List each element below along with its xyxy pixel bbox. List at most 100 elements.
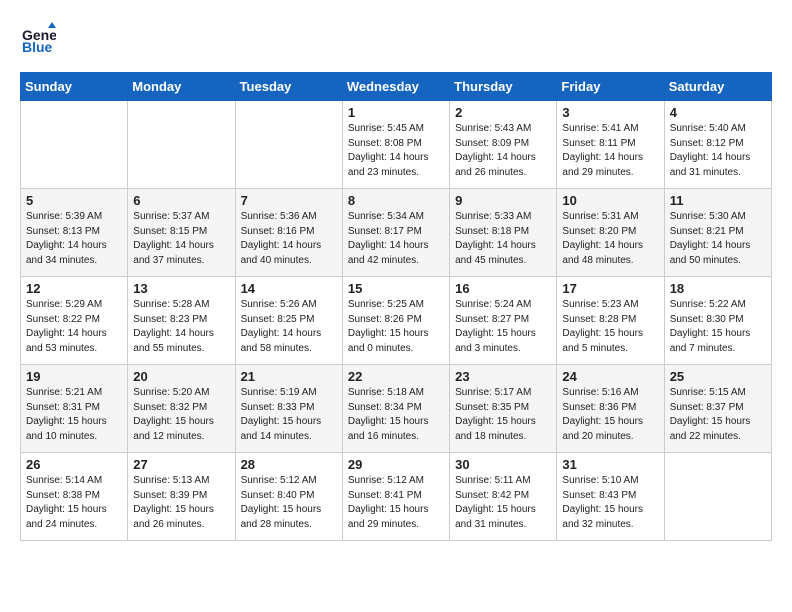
- calendar-cell: 12 Sunrise: 5:29 AMSunset: 8:22 PMDayligh…: [21, 277, 128, 365]
- day-number: 26: [26, 457, 122, 472]
- calendar-cell: 9 Sunrise: 5:33 AMSunset: 8:18 PMDaylight…: [450, 189, 557, 277]
- day-info: Sunrise: 5:36 AMSunset: 8:16 PMDaylight:…: [241, 210, 337, 268]
- day-info: Sunrise: 5:15 AMSunset: 8:37 PMDaylight:…: [670, 386, 766, 444]
- calendar-cell: 30 Sunrise: 5:11 AMSunset: 8:42 PMDayligh…: [450, 453, 557, 541]
- day-number: 12: [26, 281, 122, 296]
- calendar-table: SundayMondayTuesdayWednesdayThursdayFrid…: [20, 72, 772, 541]
- day-number: 29: [348, 457, 444, 472]
- calendar-cell: 19Sunrise: 5:21 AMSunset: 8:31 PMDayligh…: [21, 365, 128, 453]
- day-number: 13: [133, 281, 229, 296]
- calendar-cell: 5Sunrise: 5:39 AMSunset: 8:13 PMDaylight…: [21, 189, 128, 277]
- day-info: Sunrise: 5:31 AMSunset: 8:20 PMDaylight:…: [562, 210, 658, 268]
- calendar-cell: 29 Sunrise: 5:12 AMSunset: 8:41 PMDayligh…: [342, 453, 449, 541]
- calendar-cell: 25 Sunrise: 5:15 AMSunset: 8:37 PMDayligh…: [664, 365, 771, 453]
- calendar-cell: 1 Sunrise: 5:45 AMSunset: 8:08 PMDaylight…: [342, 101, 449, 189]
- day-number: 25: [670, 369, 766, 384]
- day-info: Sunrise: 5:40 AMSunset: 8:12 PMDaylight:…: [670, 122, 766, 180]
- calendar-cell: 22Sunrise: 5:18 AMSunset: 8:34 PMDayligh…: [342, 365, 449, 453]
- calendar-week-row: 1 Sunrise: 5:45 AMSunset: 8:08 PMDaylight…: [21, 101, 772, 189]
- day-number: 31: [562, 457, 658, 472]
- calendar-cell: 27Sunrise: 5:13 AMSunset: 8:39 PMDayligh…: [128, 453, 235, 541]
- day-info: Sunrise: 5:29 AMSunset: 8:22 PMDaylight:…: [26, 298, 122, 356]
- day-info: Sunrise: 5:23 AMSunset: 8:28 PMDaylight:…: [562, 298, 658, 356]
- day-info: Sunrise: 5:20 AMSunset: 8:32 PMDaylight:…: [133, 386, 229, 444]
- day-number: 30: [455, 457, 551, 472]
- calendar-cell: 16 Sunrise: 5:24 AMSunset: 8:27 PMDayligh…: [450, 277, 557, 365]
- calendar-week-row: 5Sunrise: 5:39 AMSunset: 8:13 PMDaylight…: [21, 189, 772, 277]
- day-info: Sunrise: 5:41 AMSunset: 8:11 PMDaylight:…: [562, 122, 658, 180]
- day-info: Sunrise: 5:30 AMSunset: 8:21 PMDaylight:…: [670, 210, 766, 268]
- day-info: Sunrise: 5:24 AMSunset: 8:27 PMDaylight:…: [455, 298, 551, 356]
- day-info: Sunrise: 5:11 AMSunset: 8:42 PMDaylight:…: [455, 474, 551, 532]
- day-info: Sunrise: 5:12 AMSunset: 8:41 PMDaylight:…: [348, 474, 444, 532]
- day-number: 4: [670, 105, 766, 120]
- calendar-cell: 18Sunrise: 5:22 AMSunset: 8:30 PMDayligh…: [664, 277, 771, 365]
- calendar-cell: 3 Sunrise: 5:41 AMSunset: 8:11 PMDaylight…: [557, 101, 664, 189]
- day-info: Sunrise: 5:45 AMSunset: 8:08 PMDaylight:…: [348, 122, 444, 180]
- logo-icon: General Blue: [20, 20, 56, 56]
- day-number: 7: [241, 193, 337, 208]
- day-info: Sunrise: 5:34 AMSunset: 8:17 PMDaylight:…: [348, 210, 444, 268]
- calendar-week-row: 19Sunrise: 5:21 AMSunset: 8:31 PMDayligh…: [21, 365, 772, 453]
- calendar-cell: 2 Sunrise: 5:43 AMSunset: 8:09 PMDaylight…: [450, 101, 557, 189]
- day-info: Sunrise: 5:18 AMSunset: 8:34 PMDaylight:…: [348, 386, 444, 444]
- calendar-cell: [235, 101, 342, 189]
- day-number: 6: [133, 193, 229, 208]
- day-number: 1: [348, 105, 444, 120]
- logo: General Blue: [20, 20, 60, 56]
- calendar-cell: [21, 101, 128, 189]
- day-number: 19: [26, 369, 122, 384]
- day-number: 20: [133, 369, 229, 384]
- day-number: 15: [348, 281, 444, 296]
- calendar-cell: 28Sunrise: 5:12 AMSunset: 8:40 PMDayligh…: [235, 453, 342, 541]
- weekday-header: Wednesday: [342, 73, 449, 101]
- calendar-cell: 4 Sunrise: 5:40 AMSunset: 8:12 PMDaylight…: [664, 101, 771, 189]
- weekday-header: Thursday: [450, 73, 557, 101]
- day-number: 14: [241, 281, 337, 296]
- calendar-cell: 31 Sunrise: 5:10 AMSunset: 8:43 PMDayligh…: [557, 453, 664, 541]
- calendar-cell: 23Sunrise: 5:17 AMSunset: 8:35 PMDayligh…: [450, 365, 557, 453]
- day-info: Sunrise: 5:25 AMSunset: 8:26 PMDaylight:…: [348, 298, 444, 356]
- day-info: Sunrise: 5:10 AMSunset: 8:43 PMDaylight:…: [562, 474, 658, 532]
- day-number: 24: [562, 369, 658, 384]
- calendar-cell: 15 Sunrise: 5:25 AMSunset: 8:26 PMDayligh…: [342, 277, 449, 365]
- day-number: 11: [670, 193, 766, 208]
- day-number: 2: [455, 105, 551, 120]
- calendar-week-row: 12 Sunrise: 5:29 AMSunset: 8:22 PMDayligh…: [21, 277, 772, 365]
- calendar-cell: 21 Sunrise: 5:19 AMSunset: 8:33 PMDayligh…: [235, 365, 342, 453]
- calendar-cell: 8 Sunrise: 5:34 AMSunset: 8:17 PMDaylight…: [342, 189, 449, 277]
- weekday-header: Monday: [128, 73, 235, 101]
- weekday-header: Tuesday: [235, 73, 342, 101]
- calendar-cell: 26Sunrise: 5:14 AMSunset: 8:38 PMDayligh…: [21, 453, 128, 541]
- weekday-header: Saturday: [664, 73, 771, 101]
- day-info: Sunrise: 5:37 AMSunset: 8:15 PMDaylight:…: [133, 210, 229, 268]
- day-number: 3: [562, 105, 658, 120]
- calendar-header: SundayMondayTuesdayWednesdayThursdayFrid…: [21, 73, 772, 101]
- day-number: 23: [455, 369, 551, 384]
- calendar-cell: 24Sunrise: 5:16 AMSunset: 8:36 PMDayligh…: [557, 365, 664, 453]
- page-header: General Blue: [20, 20, 772, 56]
- calendar-week-row: 26Sunrise: 5:14 AMSunset: 8:38 PMDayligh…: [21, 453, 772, 541]
- calendar-cell: 11 Sunrise: 5:30 AMSunset: 8:21 PMDayligh…: [664, 189, 771, 277]
- day-number: 18: [670, 281, 766, 296]
- day-number: 10: [562, 193, 658, 208]
- day-info: Sunrise: 5:28 AMSunset: 8:23 PMDaylight:…: [133, 298, 229, 356]
- calendar-cell: 14 Sunrise: 5:26 AMSunset: 8:25 PMDayligh…: [235, 277, 342, 365]
- calendar-cell: 13 Sunrise: 5:28 AMSunset: 8:23 PMDayligh…: [128, 277, 235, 365]
- day-number: 9: [455, 193, 551, 208]
- day-number: 21: [241, 369, 337, 384]
- day-info: Sunrise: 5:12 AMSunset: 8:40 PMDaylight:…: [241, 474, 337, 532]
- day-info: Sunrise: 5:19 AMSunset: 8:33 PMDaylight:…: [241, 386, 337, 444]
- day-info: Sunrise: 5:43 AMSunset: 8:09 PMDaylight:…: [455, 122, 551, 180]
- day-info: Sunrise: 5:26 AMSunset: 8:25 PMDaylight:…: [241, 298, 337, 356]
- day-number: 8: [348, 193, 444, 208]
- day-info: Sunrise: 5:33 AMSunset: 8:18 PMDaylight:…: [455, 210, 551, 268]
- day-number: 16: [455, 281, 551, 296]
- day-number: 27: [133, 457, 229, 472]
- calendar-cell: [664, 453, 771, 541]
- svg-text:Blue: Blue: [22, 39, 53, 55]
- day-number: 17: [562, 281, 658, 296]
- weekday-header: Friday: [557, 73, 664, 101]
- calendar-cell: 7 Sunrise: 5:36 AMSunset: 8:16 PMDaylight…: [235, 189, 342, 277]
- calendar-cell: [128, 101, 235, 189]
